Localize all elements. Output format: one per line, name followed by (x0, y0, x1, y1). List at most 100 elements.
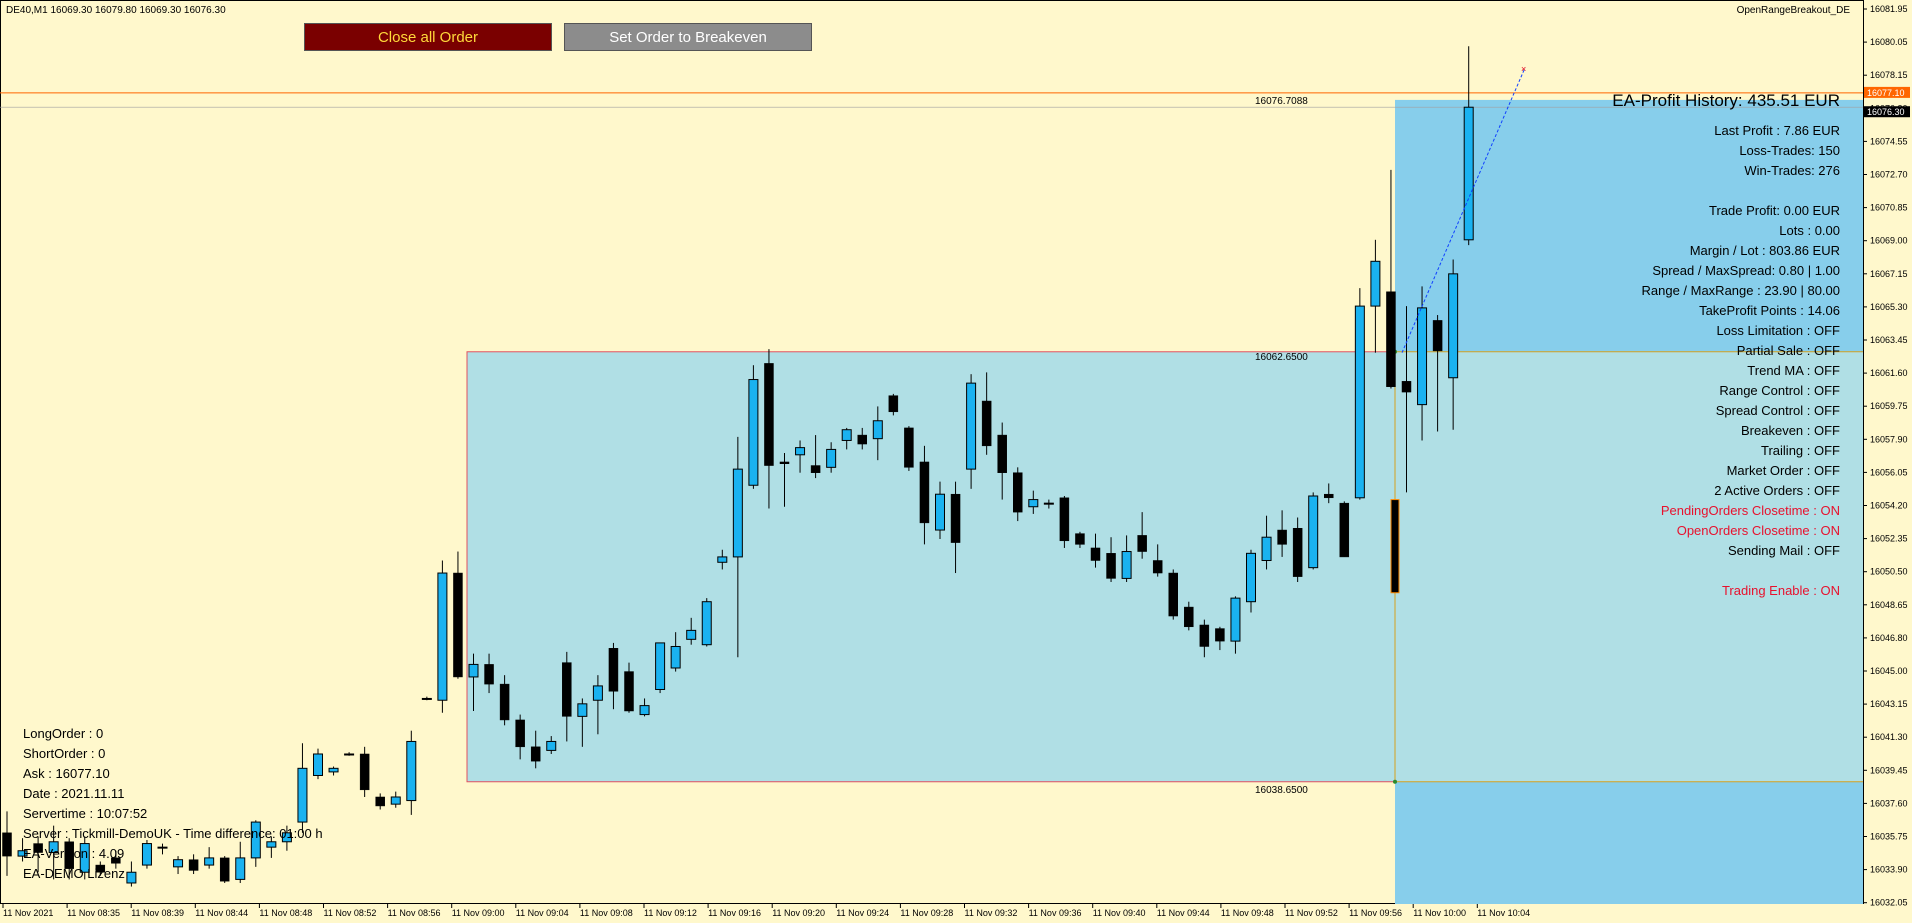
ea-status-line: Range / MaxRange : 23.90 | 80.00 (1641, 283, 1840, 298)
candle (297, 743, 308, 833)
ea-status-line: Trailing : OFF (1761, 443, 1840, 458)
bull-candle-body (748, 379, 759, 486)
price-axis-label: 16052.35 (1870, 534, 1908, 544)
ask-price-badge-text: 16077.10 (1867, 88, 1905, 98)
time-axis-label: 11 Nov 08:52 (324, 908, 377, 918)
bear-candle-body (857, 434, 867, 445)
bear-candle-body (1432, 320, 1443, 352)
ea-status-line: Lots : 0.00 (1779, 223, 1840, 238)
account-info-line: EA-Version : 4.09 (23, 846, 125, 861)
bull-candle-body (717, 556, 728, 563)
price-axis-label: 16045.00 (1870, 666, 1908, 676)
bear-candle-body (1386, 291, 1396, 387)
price-axis-label: 16046.80 (1870, 633, 1908, 643)
bull-candle-body (157, 846, 168, 849)
bull-candle-body (1308, 495, 1319, 569)
candle (126, 861, 137, 887)
range-low-marker (1393, 779, 1397, 784)
ea-status-line: Spread Control : OFF (1715, 403, 1840, 418)
ea-status-line: Margin / Lot : 803.86 EUR (1689, 243, 1840, 258)
time-axis-label: 11 Nov 09:28 (900, 908, 953, 918)
candle (1308, 492, 1319, 570)
bull-candle-body (390, 796, 401, 805)
account-info-line: EA-DEMO Lizenz (23, 866, 125, 881)
time-axis-label: 11 Nov 10:00 (1413, 908, 1466, 918)
ea-status-line: Loss-Trades: 150 (1739, 143, 1840, 158)
candle (748, 365, 759, 489)
time-axis-label: 11 Nov 09:48 (1221, 908, 1274, 918)
account-info-line: Server : Tickmill-DemoUK - Time differen… (23, 826, 323, 841)
time-axis-label: 11 Nov 09:24 (836, 908, 889, 918)
ea-status-line: 2 Active Orders : OFF (1714, 483, 1840, 498)
bull-candle-body (204, 857, 215, 866)
bear-candle-body (562, 662, 572, 717)
ea-status-line: TakeProfit Points : 14.06 (1699, 303, 1840, 318)
bear-candle-body (219, 857, 230, 882)
time-axis-label: 11 Nov 09:04 (516, 908, 569, 918)
bear-candle-body (950, 493, 961, 543)
candle (655, 642, 666, 694)
bear-candle-body (608, 648, 619, 692)
price-axis-label: 16078.15 (1870, 70, 1908, 80)
range-low-label: 16038.6500 (1255, 785, 1308, 796)
price-axis-label: 16037.60 (1870, 798, 1908, 808)
candle (173, 856, 184, 875)
time-axis-label: 11 Nov 09:52 (1285, 908, 1338, 918)
bull-candle-body (141, 843, 152, 866)
price-axis-label: 16067.15 (1870, 269, 1908, 279)
bull-candle-body (1261, 536, 1272, 561)
price-axis-label: 16072.70 (1870, 170, 1908, 180)
bull-candle-body (686, 629, 697, 640)
bull-candle-body (935, 493, 945, 531)
ea-status-line: Range Control : OFF (1719, 383, 1840, 398)
price-axis-label: 16065.30 (1870, 302, 1908, 312)
bull-candle-body (732, 468, 743, 558)
candle (328, 766, 339, 776)
time-axis-label: 11 Nov 09:36 (1029, 908, 1082, 918)
set-breakeven-button[interactable]: Set Order to Breakeven (564, 23, 812, 51)
bull-candle-body (1417, 307, 1428, 406)
bear-candle-body (1106, 553, 1116, 579)
bear-candle-body (919, 461, 930, 524)
bear-candle-body (1184, 606, 1194, 628)
bull-candle-body (655, 642, 666, 690)
candle (1354, 288, 1365, 500)
price-axis-label: 16061.60 (1870, 368, 1908, 378)
candle (141, 839, 152, 869)
close-all-order-button[interactable]: Close all Order (304, 23, 552, 51)
bear-candle-body (1401, 381, 1412, 393)
time-axis-label: 11 Nov 09:00 (452, 908, 505, 918)
trade-close-marker: × (1521, 64, 1526, 74)
candle (1463, 46, 1474, 246)
bull-candle-body (872, 420, 883, 440)
bear-candle-body (375, 796, 385, 807)
account-info-line: ShortOrder : 0 (23, 746, 106, 761)
ea-status-line: Trend MA : OFF (1747, 363, 1840, 378)
bear-candle-body (484, 664, 494, 685)
candle (204, 847, 215, 869)
ea-status-line: Trade Profit: 0.00 EUR (1708, 203, 1840, 218)
ea-status-line: Market Order : OFF (1726, 463, 1840, 478)
candle (359, 746, 370, 797)
ea-status-line: Trading Enable : ON (1721, 583, 1840, 598)
price-axis-label: 16070.85 (1870, 203, 1908, 213)
bear-candle-body (624, 671, 634, 712)
bull-candle-body (421, 697, 432, 700)
candle (344, 752, 355, 756)
price-axis-label: 16074.55 (1870, 136, 1908, 146)
bear-candle-body (530, 746, 541, 762)
candle (453, 551, 463, 679)
price-chart[interactable]: 16076.7088 16062.6500 16038.6500 × 16081.95 1… (0, 0, 1912, 923)
bear-candle-body (1199, 624, 1210, 647)
bull-candle-body (1028, 499, 1039, 508)
time-axis-label: 11 Nov 09:08 (580, 908, 633, 918)
bull-candle-body (235, 857, 246, 880)
price-axis-label: 16056.05 (1870, 467, 1908, 477)
candle (1386, 169, 1396, 389)
time-axis-label: 11 Nov 10:04 (1477, 908, 1530, 918)
bear-candle-body (1059, 497, 1070, 542)
candle (1168, 569, 1178, 620)
price-axis-label: 16041.30 (1870, 732, 1908, 742)
time-axis-label: 11 Nov 2021 (3, 908, 53, 918)
candle (1059, 495, 1070, 548)
